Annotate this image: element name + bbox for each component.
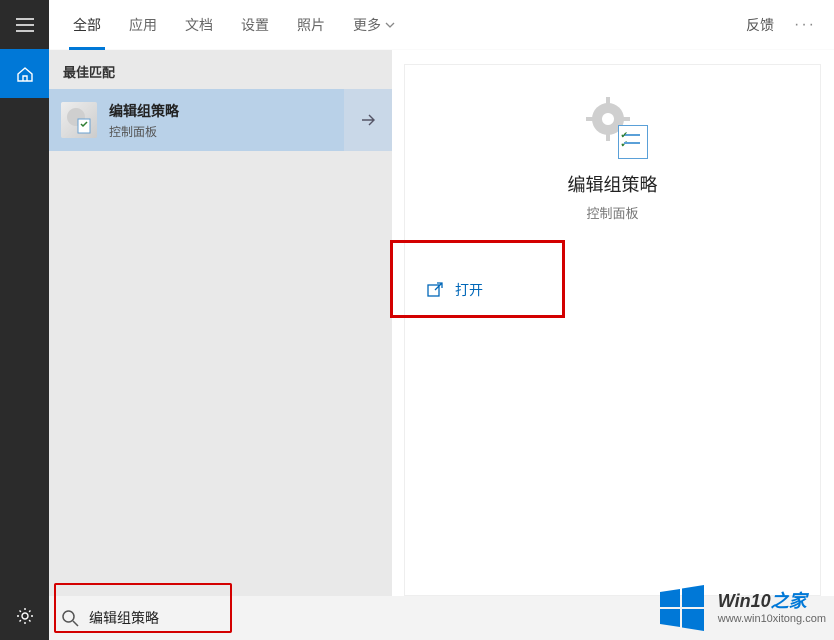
windows-logo-icon (656, 580, 708, 632)
section-title-best-match: 最佳匹配 (49, 50, 392, 89)
result-open-arrow[interactable] (344, 89, 392, 151)
open-icon (427, 282, 443, 298)
tab-settings[interactable]: 设置 (227, 0, 283, 50)
ellipsis-icon: ··· (794, 16, 816, 33)
search-icon (61, 609, 79, 627)
arrow-right-icon (358, 110, 378, 130)
preview-title: 编辑组策略 (568, 171, 658, 197)
action-open[interactable]: 打开 (405, 266, 820, 314)
watermark-brand: Win10之家 (718, 587, 826, 613)
home-button[interactable] (0, 49, 49, 98)
tab-documents[interactable]: 文档 (171, 0, 227, 50)
tab-apps[interactable]: 应用 (115, 0, 171, 50)
chevron-down-icon (385, 20, 395, 30)
home-icon (16, 65, 34, 83)
gear-icon (16, 607, 34, 625)
tab-more[interactable]: 更多 (339, 0, 409, 50)
result-text: 编辑组策略 控制面板 (109, 101, 179, 140)
preview-actions: 打开 (405, 266, 820, 314)
hamburger-icon (16, 18, 34, 32)
action-open-label: 打开 (455, 280, 483, 300)
result-subtitle: 控制面板 (109, 123, 179, 140)
sidebar (0, 0, 49, 640)
watermark: Win10之家 www.win10xitong.com (656, 580, 826, 632)
preview-header: ✔✔ 编辑组策略 控制面板 (405, 65, 820, 240)
tab-photos[interactable]: 照片 (283, 0, 339, 50)
menu-button[interactable] (0, 0, 49, 49)
result-title: 编辑组策略 (109, 101, 179, 121)
sidebar-spacer (0, 98, 49, 591)
watermark-brand-suffix: 之家 (771, 591, 807, 611)
results-pane: 最佳匹配 编辑组策略 控制面板 (49, 50, 392, 596)
settings-button[interactable] (0, 591, 49, 640)
result-row: 编辑组策略 控制面板 (49, 89, 392, 151)
tab-all[interactable]: 全部 (59, 0, 115, 50)
preview-gpedit-icon: ✔✔ (584, 95, 642, 153)
result-item-edit-group-policy[interactable]: 编辑组策略 控制面板 (49, 89, 344, 151)
gpedit-icon (61, 102, 97, 138)
feedback-link[interactable]: 反馈 (734, 15, 786, 35)
overflow-button[interactable]: ··· (786, 16, 824, 34)
watermark-brand-prefix: Win10 (718, 591, 771, 611)
preview-subtitle: 控制面板 (586, 203, 638, 222)
tab-more-label: 更多 (353, 0, 381, 50)
watermark-text: Win10之家 www.win10xitong.com (718, 587, 826, 625)
preview-pane: ✔✔ 编辑组策略 控制面板 打开 (404, 64, 821, 596)
watermark-url: www.win10xitong.com (718, 613, 826, 625)
filter-tabs: 全部 应用 文档 设置 照片 更多 反馈 ··· (49, 0, 834, 50)
